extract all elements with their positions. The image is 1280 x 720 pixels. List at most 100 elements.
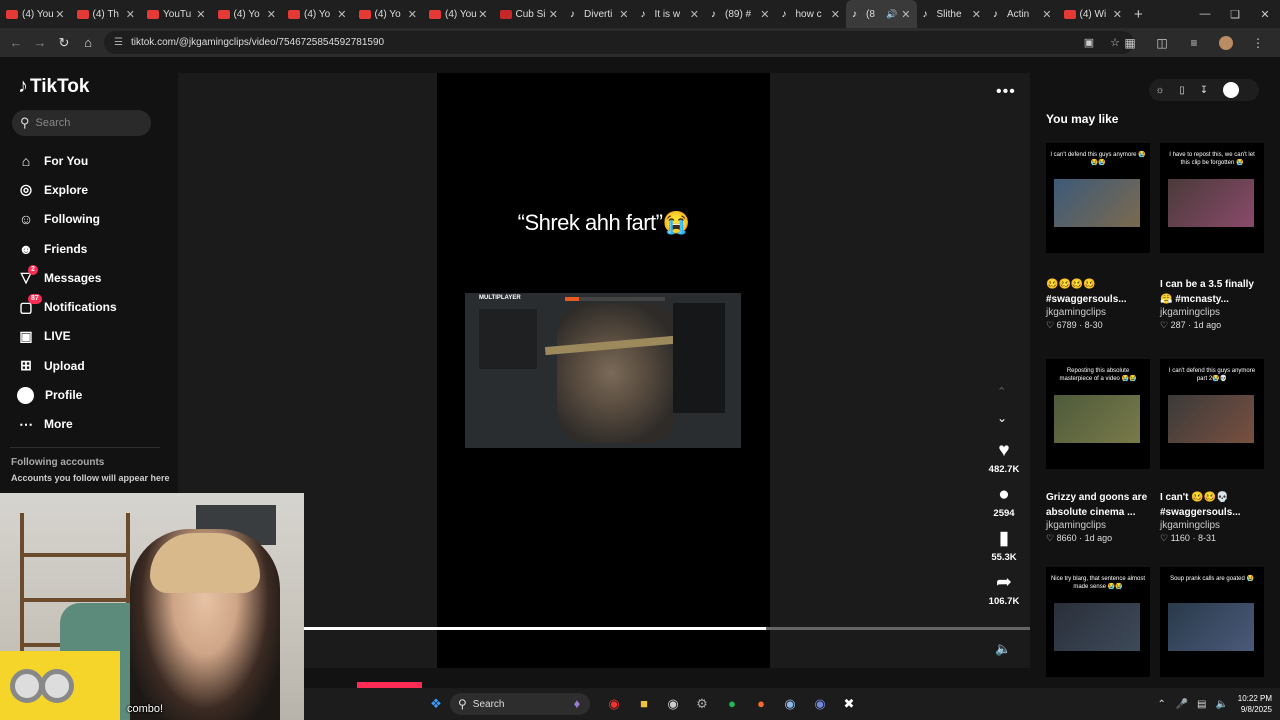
- maximize-icon[interactable]: ❏: [1220, 8, 1250, 21]
- taskbar-widget-icon[interactable]: ♦: [567, 694, 587, 714]
- video-title[interactable]: I can't 🥴🥴💀 #swaggersouls...: [1160, 490, 1264, 520]
- more-options-icon[interactable]: •••: [996, 83, 1016, 101]
- tab-close-icon[interactable]: ✕: [126, 8, 135, 21]
- volume-icon[interactable]: 🔈: [995, 641, 1011, 657]
- minimize-icon[interactable]: —: [1190, 8, 1220, 20]
- sidebar-item-upload[interactable]: ⊞ Upload: [16, 351, 166, 380]
- app-icon[interactable]: ◉: [663, 694, 683, 714]
- network-icon[interactable]: ▤: [1192, 699, 1212, 710]
- video-thumbnail-card[interactable]: I can't defend this guys anymore 😭😭😭: [1046, 143, 1150, 253]
- tab-close-icon[interactable]: ✕: [478, 8, 487, 21]
- browser-tab[interactable]: ♪ (8 🔊 ✕: [846, 0, 917, 28]
- sidebar-item-live[interactable]: ▣ LIVE: [16, 322, 166, 351]
- browser-tab[interactable]: (4) Wi ✕: [1058, 0, 1129, 28]
- video-thumbnail-card[interactable]: I have to repost this, we can't let this…: [1160, 143, 1264, 253]
- profile-avatar-icon[interactable]: [1219, 35, 1233, 50]
- account-avatar[interactable]: [1223, 82, 1239, 98]
- microphone-icon[interactable]: 🎤: [1172, 699, 1192, 710]
- browser-tab[interactable]: (4) Yo ✕: [212, 0, 283, 28]
- chrome-icon[interactable]: ◉: [604, 694, 624, 714]
- tab-close-icon[interactable]: ✕: [901, 8, 910, 21]
- browser-tab[interactable]: (4) You ✕: [0, 0, 71, 28]
- video-thumbnail-card[interactable]: Reposting this absolute masterpiece of a…: [1046, 359, 1150, 469]
- sidebar-item-notifications[interactable]: ▢ 87 Notifications: [16, 292, 166, 321]
- video-frame[interactable]: “Shrek ahh fart”😭 MULTIPLAYER: [437, 73, 770, 668]
- video-thumbnail-card[interactable]: Soup prank calls are goated 😭: [1160, 567, 1264, 677]
- browser-tab[interactable]: ♪ (89) # ✕: [705, 0, 776, 28]
- windows-start-icon[interactable]: ❖: [426, 694, 446, 714]
- sidebar-item-messages[interactable]: ▽ 2 Messages: [16, 263, 166, 292]
- browser-tab[interactable]: ♪ Actin ✕: [987, 0, 1058, 28]
- tab-close-icon[interactable]: ✕: [549, 8, 558, 21]
- download-icon[interactable]: ↧: [1193, 85, 1215, 96]
- tab-close-icon[interactable]: ✕: [408, 8, 417, 21]
- video-title[interactable]: Grizzy and goons are absolute cinema ...: [1046, 490, 1150, 520]
- sidebar-item-explore[interactable]: ◎ Explore: [16, 175, 166, 204]
- video-thumbnail[interactable]: I can't defend this guys anymore 😭😭😭: [1046, 143, 1150, 253]
- video-thumbnail[interactable]: Reposting this absolute masterpiece of a…: [1046, 359, 1150, 469]
- video-info-card[interactable]: 🥴🥴🥴🥴 #swaggersouls... jkgamingclips ♡ 6789…: [1046, 269, 1150, 331]
- video-info-card[interactable]: I can't 🥴🥴💀 #swaggersouls... jkgamingclip…: [1160, 482, 1264, 544]
- browser-tab[interactable]: (4) Yo ✕: [282, 0, 353, 28]
- previous-video-icon[interactable]: ⌃: [997, 385, 1006, 398]
- close-window-icon[interactable]: ✕: [1250, 8, 1280, 21]
- sidebar-item-friends[interactable]: ☻ Friends: [16, 234, 166, 263]
- video-thumbnail[interactable]: Nice try blarg, that sentence almost mad…: [1046, 567, 1150, 677]
- save-button[interactable]: ▮ 55.3K: [980, 529, 1028, 564]
- video-player[interactable]: “Shrek ahh fart”😭 MULTIPLAYER ••• ⌃ ⌄ ♥ 4…: [178, 73, 1030, 668]
- video-title[interactable]: I can be a 3.5 finally 😤 #mcnasty...: [1160, 277, 1264, 307]
- video-info-card[interactable]: I can be a 3.5 finally 😤 #mcnasty... jkga…: [1160, 269, 1264, 331]
- tab-close-icon[interactable]: ✕: [760, 8, 769, 21]
- tab-audio-icon[interactable]: 🔊: [886, 9, 897, 20]
- explore-small-icon[interactable]: ☼: [1149, 85, 1171, 96]
- steam-icon[interactable]: ◉: [780, 694, 800, 714]
- reading-list-icon[interactable]: ≡: [1178, 36, 1210, 50]
- search-input[interactable]: ⚲ Search: [12, 110, 151, 136]
- media-icon[interactable]: ◫: [1146, 36, 1178, 50]
- video-title[interactable]: 🥴🥴🥴🥴 #swaggersouls...: [1046, 277, 1150, 307]
- tiktok-logo[interactable]: ♪ TikTok: [18, 75, 89, 98]
- discord-icon[interactable]: ◉: [810, 694, 830, 714]
- video-thumbnail[interactable]: Soup prank calls are goated 😭: [1160, 567, 1264, 677]
- home-browser-icon[interactable]: ⌂: [76, 35, 100, 50]
- tab-close-icon[interactable]: ✕: [619, 8, 628, 21]
- browser-tab[interactable]: (4) Yo ✕: [353, 0, 424, 28]
- back-icon[interactable]: ←: [4, 35, 28, 50]
- tab-close-icon[interactable]: ✕: [1042, 8, 1051, 21]
- settings-icon[interactable]: ⚙: [692, 694, 712, 714]
- tab-close-icon[interactable]: ✕: [337, 8, 346, 21]
- tab-close-icon[interactable]: ✕: [196, 8, 205, 21]
- capcut-icon[interactable]: ✖: [839, 694, 859, 714]
- sidebar-item-profile[interactable]: Profile: [16, 380, 166, 409]
- browser-tab[interactable]: ♪ how c ✕: [776, 0, 847, 28]
- video-username[interactable]: jkgamingclips: [1160, 520, 1264, 531]
- browser-tab[interactable]: YouTu ✕: [141, 0, 212, 28]
- browser-menu-icon[interactable]: ⋮: [1242, 36, 1274, 50]
- video-thumbnail[interactable]: I have to repost this, we can't let this…: [1160, 143, 1264, 253]
- tab-close-icon[interactable]: ✕: [972, 8, 981, 21]
- file-explorer-icon[interactable]: ■: [634, 694, 654, 714]
- browser-tab[interactable]: ♪ Slithe ✕: [917, 0, 988, 28]
- tab-close-icon[interactable]: ✕: [267, 8, 276, 21]
- clock[interactable]: 10:22 PM 9/8/2025: [1238, 693, 1272, 715]
- tray-chevron-icon[interactable]: ⌃: [1152, 699, 1172, 710]
- video-thumbnail-card[interactable]: Nice try blarg, that sentence almost mad…: [1046, 567, 1150, 677]
- comment-button[interactable]: ● 2594: [980, 485, 1028, 520]
- tab-close-icon[interactable]: ✕: [55, 8, 64, 21]
- device-icon[interactable]: ▯: [1171, 85, 1193, 96]
- like-button[interactable]: ♥ 482.7K: [980, 441, 1028, 476]
- address-bar[interactable]: ☰ tiktok.com/@jkgamingclips/video/754672…: [104, 31, 1134, 54]
- tab-close-icon[interactable]: ✕: [831, 8, 840, 21]
- forward-icon[interactable]: →: [28, 35, 52, 50]
- browser-tab[interactable]: Cub Si ✕: [494, 0, 565, 28]
- video-username[interactable]: jkgamingclips: [1160, 307, 1264, 318]
- sidebar-item-for-you[interactable]: ⌂ For You: [16, 146, 166, 175]
- next-video-icon[interactable]: ⌄: [997, 411, 1007, 425]
- extensions-icon[interactable]: ▦: [1114, 36, 1146, 50]
- video-username[interactable]: jkgamingclips: [1046, 520, 1150, 531]
- browser-app-icon[interactable]: ●: [751, 694, 771, 714]
- new-tab-icon[interactable]: +: [1134, 6, 1154, 23]
- browser-tab[interactable]: ♪ It is w ✕: [635, 0, 706, 28]
- install-icon[interactable]: ▣: [1076, 36, 1102, 49]
- sidebar-item-following[interactable]: ☺ Following: [16, 205, 166, 234]
